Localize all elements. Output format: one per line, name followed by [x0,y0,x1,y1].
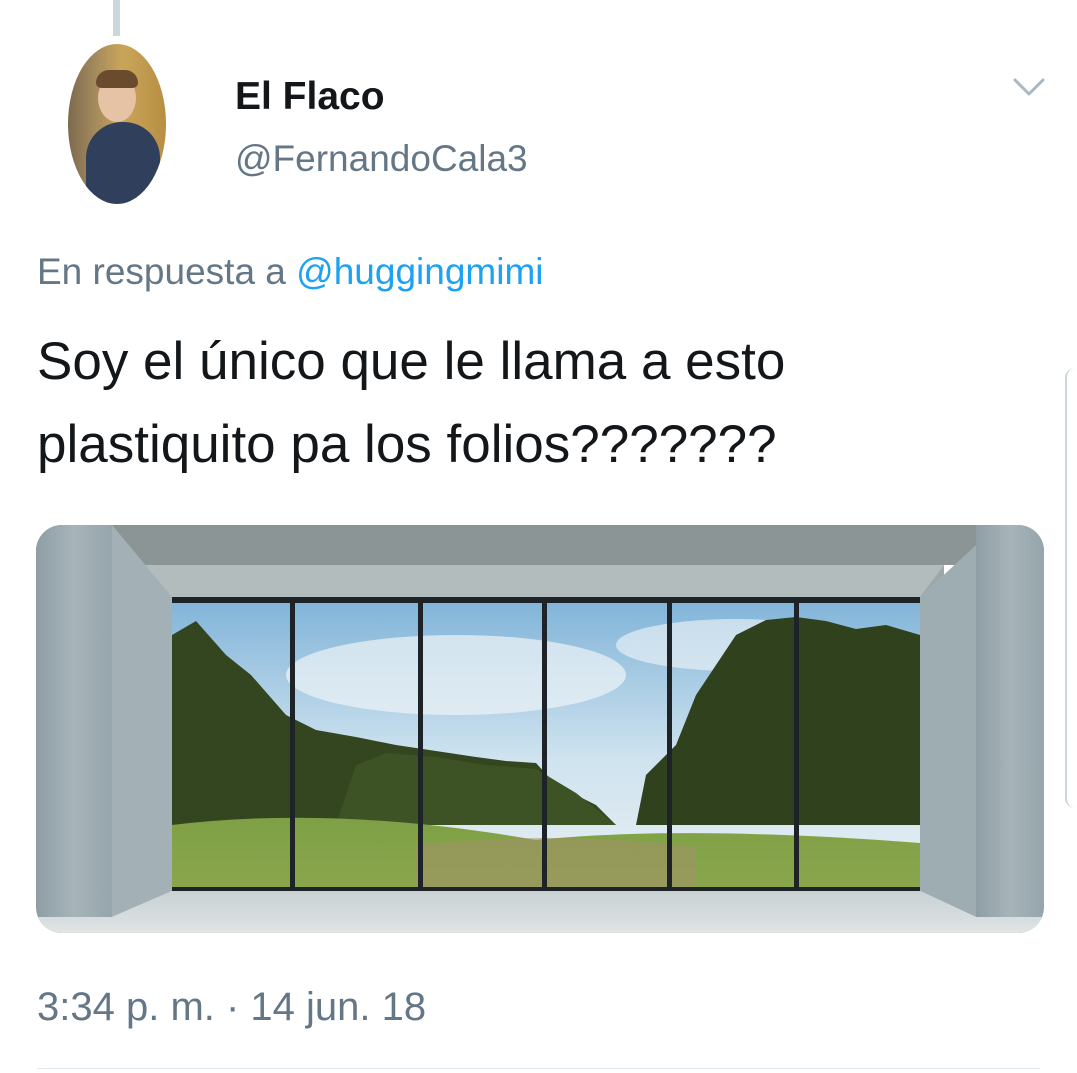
avatar-figure-hair [96,70,138,88]
tweet-text-line: Soy el único que le llama a esto [37,332,786,391]
tweet-text: Soy el único que le llama a esto plastiq… [37,320,1037,486]
chevron-down-icon[interactable] [1012,74,1046,100]
user-handle[interactable]: @FernandoCala3 [235,138,528,180]
scrollbar-edge[interactable] [1065,368,1077,808]
tweet-text-line: plastiquito pa los folios??????? [37,415,777,474]
divider [37,1068,1040,1069]
avatar[interactable] [68,44,166,204]
avatar-figure-body [86,122,160,204]
reply-mention-link[interactable]: @huggingmimi [296,251,543,292]
tweet-image[interactable] [36,525,1044,933]
display-name[interactable]: El Flaco [235,75,385,119]
tweet-image-illustration [36,525,1044,933]
thread-connector-line [113,0,120,36]
tweet-timestamp[interactable]: 3:34 p. m. · 14 jun. 18 [37,985,426,1030]
reply-prefix: En respuesta a [37,251,286,292]
reply-context: En respuesta a @huggingmimi [37,251,544,293]
